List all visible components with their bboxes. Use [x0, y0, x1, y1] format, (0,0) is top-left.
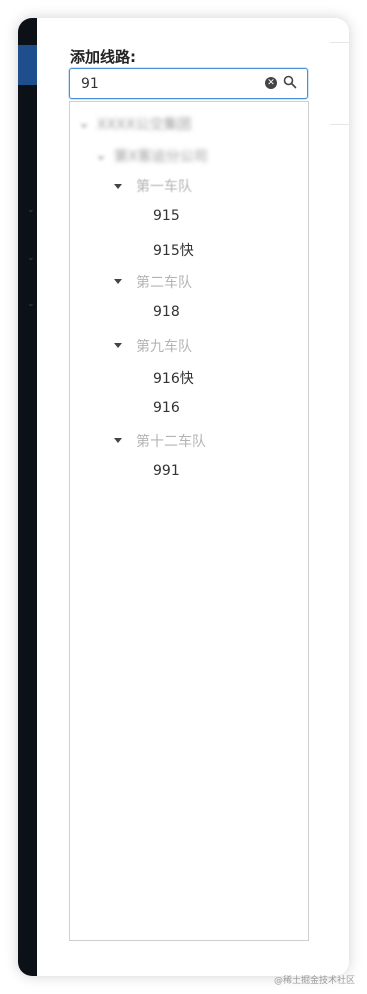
background-divider — [328, 124, 349, 125]
panel-title: 添加线路: — [70, 48, 136, 66]
caret-down-icon[interactable] — [114, 438, 122, 443]
tree-leaf-route[interactable]: 915快 — [153, 240, 194, 260]
caret-down-icon[interactable] — [114, 279, 122, 284]
background-divider — [328, 42, 349, 43]
caret-down-icon[interactable] — [97, 156, 105, 161]
tree-leaf-route[interactable]: 916 — [153, 400, 180, 416]
tree-leaf-route[interactable]: 916快 — [153, 368, 194, 388]
app-window: ⌄ ⌄ ⌄ 添加线路: 91 ✕ XXXX公交集团 第X客运分公司 第一车队 9… — [18, 18, 349, 976]
tree-group-label[interactable]: 第二车队 — [136, 272, 192, 292]
caret-down-icon[interactable] — [114, 184, 122, 189]
tree-node-company[interactable]: 第X客运分公司 — [114, 146, 208, 166]
tree-group-label[interactable]: 第九车队 — [136, 336, 192, 356]
route-tree: XXXX公交集团 第X客运分公司 第一车队 915 915快 第二车队 918 … — [69, 101, 309, 941]
tree-node-root[interactable]: XXXX公交集团 — [97, 114, 191, 134]
app-sidebar: ⌄ ⌄ ⌄ — [18, 18, 37, 976]
add-route-panel: 添加线路: 91 ✕ XXXX公交集团 第X客运分公司 第一车队 915 915… — [54, 18, 330, 976]
chevron-down-icon[interactable]: ⌄ — [27, 206, 35, 215]
search-icon[interactable] — [283, 75, 297, 89]
tree-group-label[interactable]: 第一车队 — [136, 176, 192, 196]
close-circle-icon[interactable]: ✕ — [265, 77, 277, 89]
tree-leaf-route[interactable]: 915 — [153, 208, 180, 224]
chevron-down-icon[interactable]: ⌄ — [27, 254, 35, 263]
watermark: @稀土掘金技术社区 — [273, 976, 355, 986]
search-input-value[interactable]: 91 — [81, 76, 99, 92]
tree-leaf-route[interactable]: 918 — [153, 304, 180, 320]
tree-leaf-route[interactable]: 991 — [153, 463, 180, 479]
search-input[interactable]: 91 ✕ — [69, 68, 308, 99]
caret-down-icon[interactable] — [114, 343, 122, 348]
chevron-down-icon[interactable]: ⌄ — [27, 300, 35, 309]
sidebar-active-item[interactable] — [18, 45, 37, 85]
caret-down-icon[interactable] — [80, 124, 88, 129]
tree-group-label[interactable]: 第十二车队 — [136, 431, 206, 451]
